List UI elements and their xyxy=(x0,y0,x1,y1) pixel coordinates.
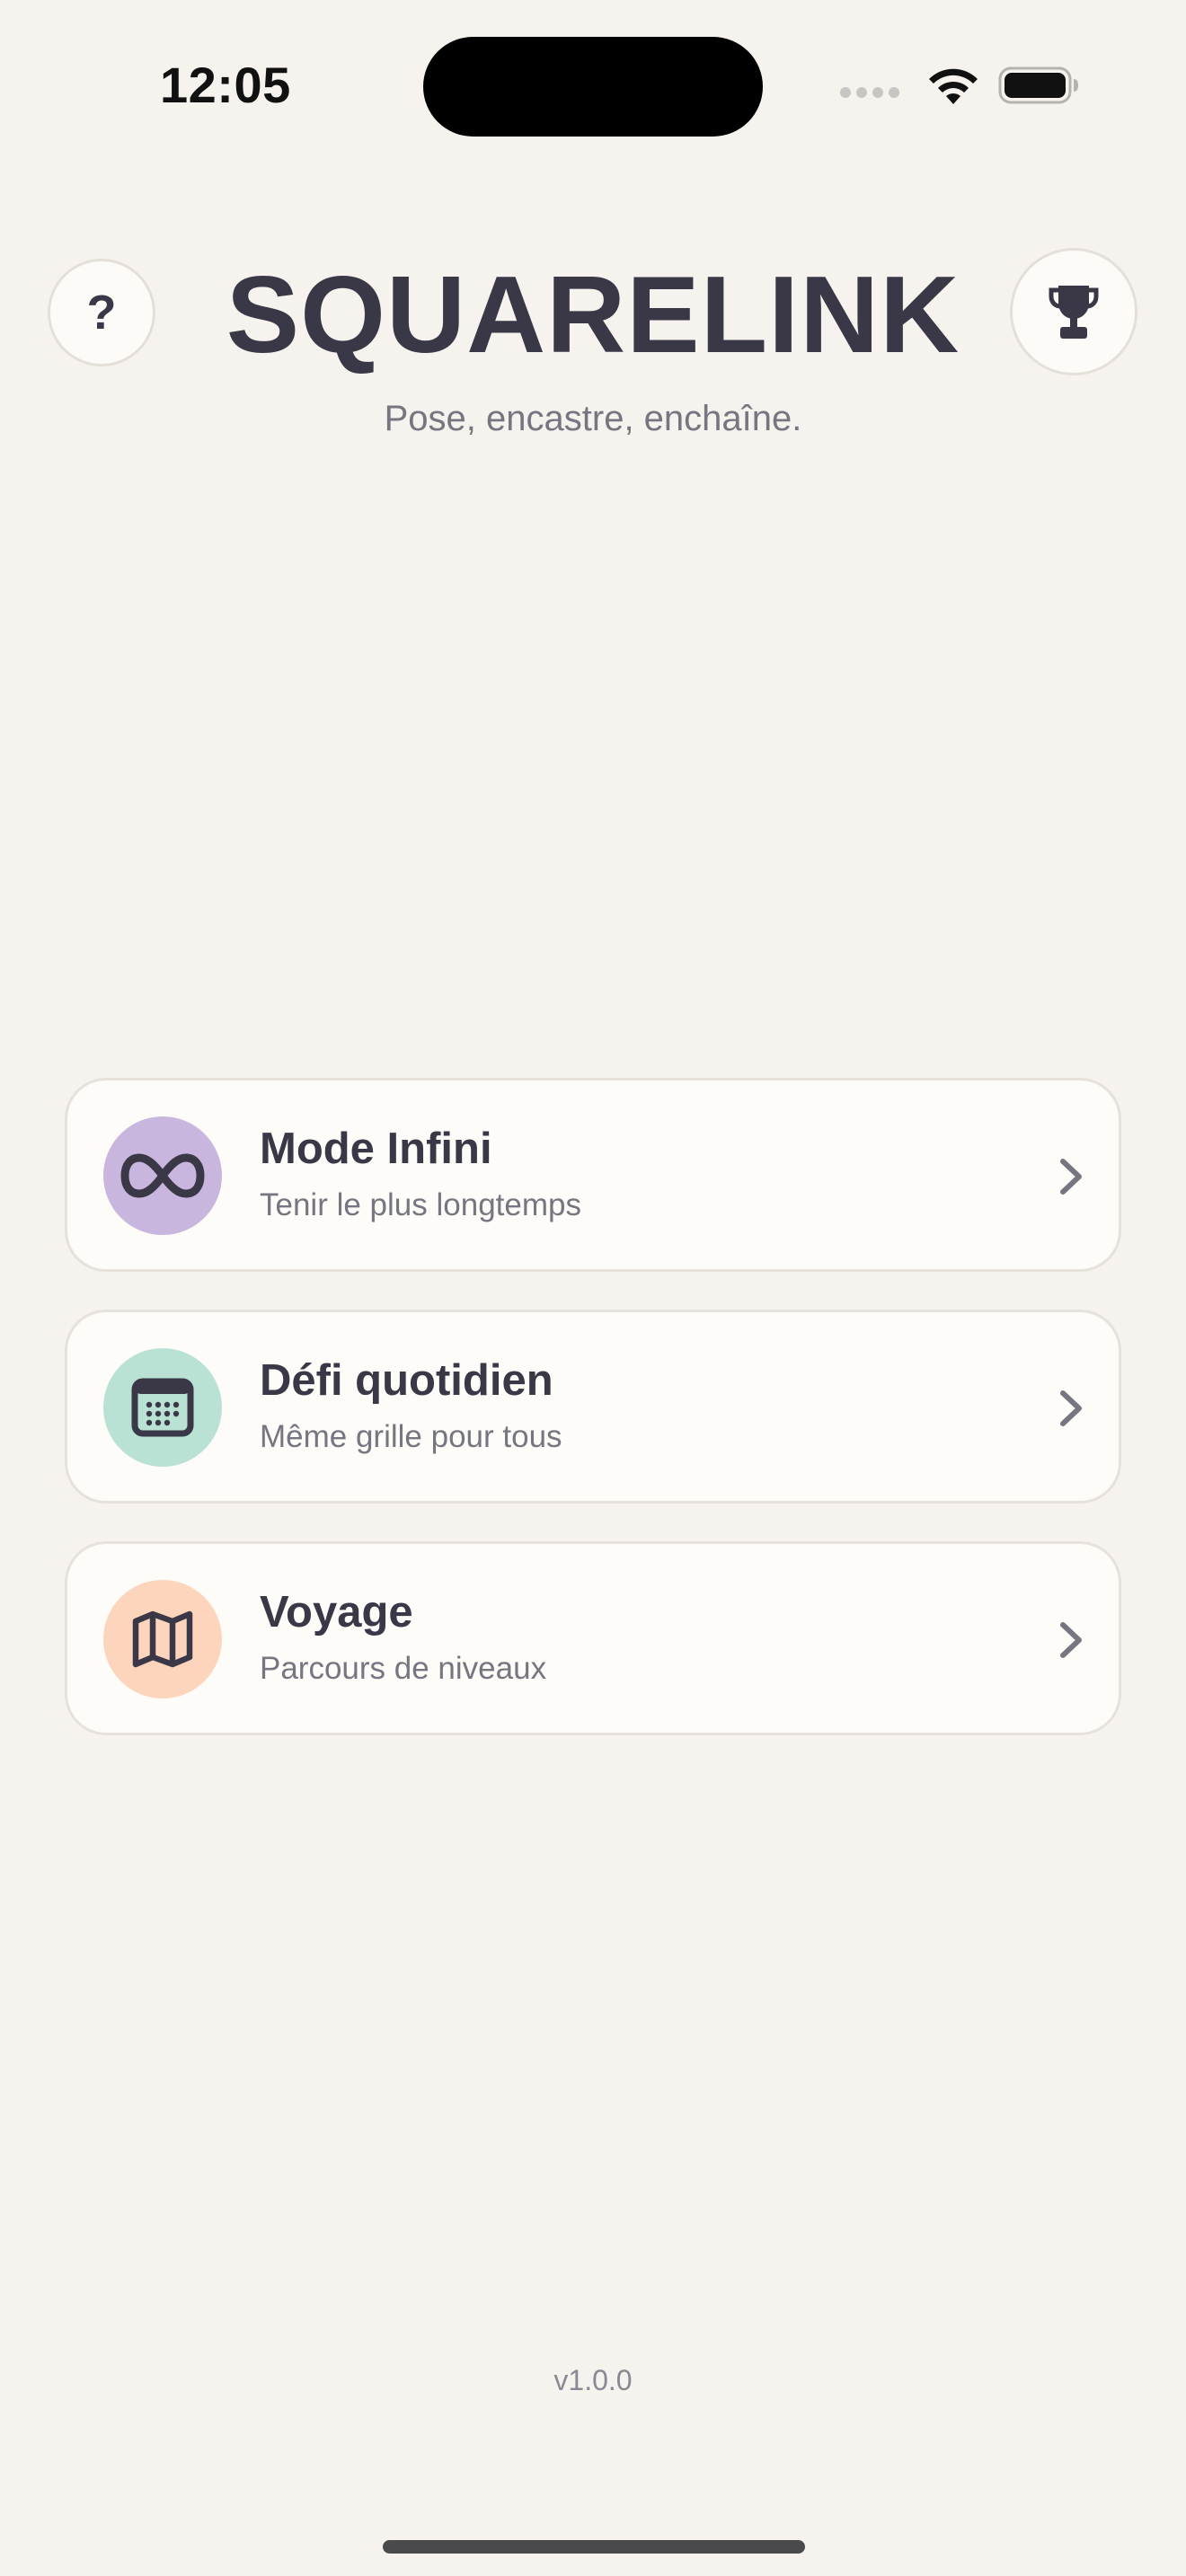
mode-title: Défi quotidien xyxy=(260,1356,553,1405)
mode-card-journey[interactable]: Voyage Parcours de niveaux xyxy=(65,1541,1121,1735)
version-label: v1.0.0 xyxy=(553,2364,633,2396)
status-time: 12:05 xyxy=(160,57,291,113)
status-icons xyxy=(840,65,1079,106)
mode-card-infinite[interactable]: Mode Infini Tenir le plus longtemps xyxy=(65,1078,1121,1272)
chevron-right-icon xyxy=(1060,1159,1082,1195)
mode-icon-badge xyxy=(103,1348,222,1467)
app-subtitle: Pose, encastre, enchaîne. xyxy=(384,399,802,438)
home-indicator[interactable] xyxy=(383,2540,805,2554)
infinity-icon xyxy=(120,1153,205,1198)
calendar-icon xyxy=(131,1378,194,1437)
mode-title: Mode Infini xyxy=(260,1125,492,1173)
mode-icon-badge xyxy=(103,1580,222,1698)
mode-title: Voyage xyxy=(260,1588,413,1636)
mode-description: Tenir le plus longtemps xyxy=(260,1187,581,1222)
mode-description: Même grille pour tous xyxy=(260,1419,562,1454)
dynamic-island xyxy=(423,37,763,137)
signal-icon xyxy=(840,87,899,98)
trophy-icon xyxy=(1049,286,1099,339)
app-title: SQUARELINK xyxy=(226,253,960,375)
wifi-icon xyxy=(929,68,978,104)
chevron-right-icon xyxy=(1060,1622,1082,1658)
mode-card-daily[interactable]: Défi quotidien Même grille pour tous xyxy=(65,1310,1121,1504)
leaderboard-button[interactable] xyxy=(1010,248,1137,375)
chevron-right-icon xyxy=(1060,1390,1082,1426)
battery-icon xyxy=(998,66,1078,104)
mode-description: Parcours de niveaux xyxy=(260,1651,547,1686)
map-icon xyxy=(132,1610,193,1668)
mode-icon-badge xyxy=(103,1116,222,1235)
